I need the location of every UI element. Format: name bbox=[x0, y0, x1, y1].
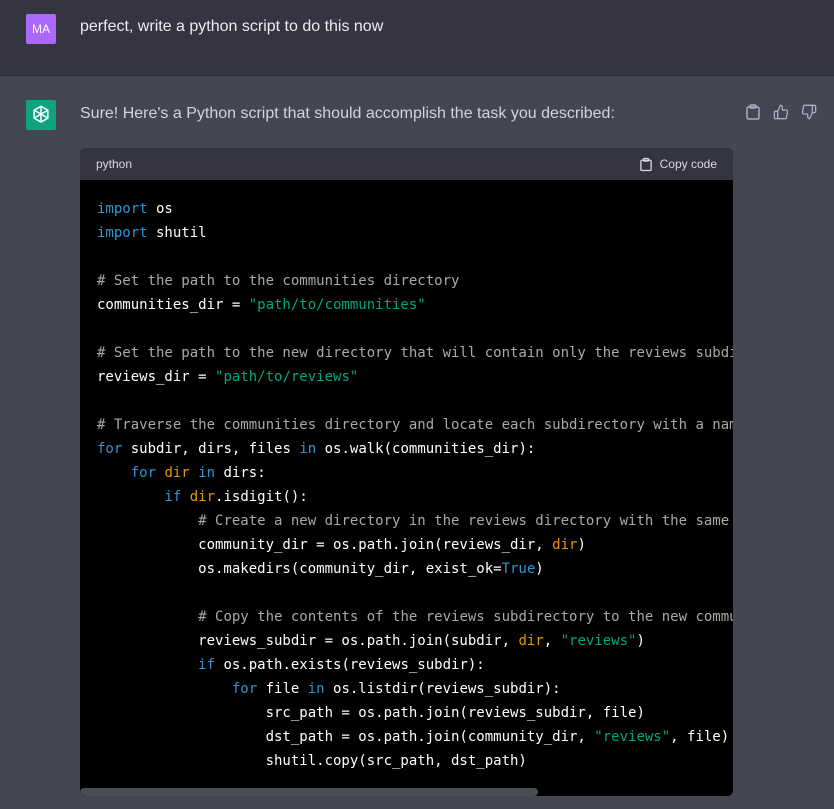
chatgpt-logo-icon bbox=[26, 100, 56, 130]
code-language-label: python bbox=[96, 157, 133, 171]
copy-code-button[interactable]: Copy code bbox=[639, 157, 717, 172]
clipboard-icon[interactable] bbox=[744, 103, 762, 121]
thumbs-up-icon[interactable] bbox=[772, 103, 790, 121]
copy-code-label: Copy code bbox=[659, 157, 717, 171]
message-actions bbox=[744, 103, 818, 121]
code-block-header: python Copy code bbox=[80, 148, 733, 180]
user-avatar: MA bbox=[26, 14, 56, 44]
thumbs-down-icon[interactable] bbox=[800, 103, 818, 121]
assistant-message-row: Sure! Here's a Python script that should… bbox=[0, 77, 834, 809]
horizontal-scrollbar[interactable] bbox=[80, 788, 733, 796]
user-message-text: perfect, write a python script to do thi… bbox=[80, 18, 384, 35]
code-content[interactable]: import os import shutil # Set the path t… bbox=[80, 180, 733, 796]
clipboard-icon bbox=[639, 157, 652, 171]
user-message-row: MA perfect, write a python script to do … bbox=[0, 0, 834, 76]
scrollbar-thumb[interactable] bbox=[80, 788, 538, 796]
python-source: import os import shutil # Set the path t… bbox=[97, 201, 733, 769]
code-block: python Copy code import os import shutil… bbox=[80, 148, 733, 796]
assistant-message-text: Sure! Here's a Python script that should… bbox=[80, 105, 615, 122]
